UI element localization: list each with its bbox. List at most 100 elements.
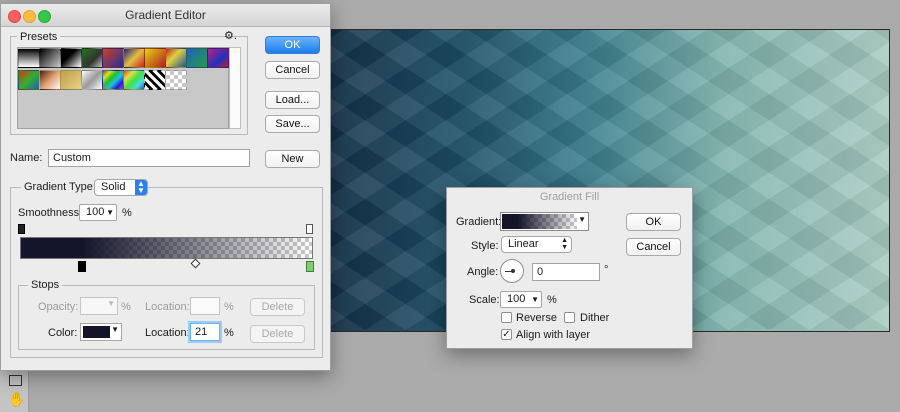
smoothness-label: Smoothness: bbox=[18, 207, 83, 219]
gradient-type-label: Gradient Type: bbox=[21, 180, 99, 194]
gradient-preview-fill bbox=[502, 214, 577, 229]
style-label: Style: bbox=[471, 240, 499, 252]
presets-settings-gear-icon[interactable]: ⚙. bbox=[224, 30, 237, 42]
popup-chevron-icon: ▲ ▼ bbox=[561, 237, 568, 251]
gradient-bar[interactable] bbox=[20, 237, 313, 259]
chevron-down-icon: ▼ bbox=[106, 208, 114, 217]
opacity-location-field bbox=[190, 297, 220, 315]
opacity-label: Opacity: bbox=[38, 301, 79, 313]
gradient-type-select[interactable]: Solid ▲ ▼ bbox=[94, 179, 148, 196]
gradient-bar-fill bbox=[21, 238, 312, 258]
opacity-location-label: Location: bbox=[145, 301, 190, 313]
color-location-percent: % bbox=[224, 327, 234, 339]
smoothness-percent: % bbox=[122, 207, 132, 219]
opacity-stop-right-icon[interactable] bbox=[306, 224, 313, 234]
gradient-label: Gradient: bbox=[456, 216, 502, 228]
angle-degree: ° bbox=[604, 264, 609, 276]
presets-row bbox=[18, 70, 228, 92]
chevron-down-icon: ▼ bbox=[107, 299, 115, 308]
preset-swatch[interactable] bbox=[39, 48, 61, 68]
align-with-layer-checkbox[interactable]: ✓ bbox=[501, 329, 512, 340]
cancel-button[interactable]: Cancel bbox=[265, 61, 320, 79]
name-label: Name: bbox=[10, 152, 43, 164]
rectangle-tool-icon[interactable] bbox=[9, 375, 22, 386]
gradient-type-value: Solid bbox=[101, 181, 126, 193]
tools-panel: ✋ bbox=[0, 370, 29, 412]
presets-scrollbar[interactable] bbox=[229, 47, 241, 129]
angle-field[interactable]: 0 bbox=[532, 263, 600, 281]
color-location-label: Location: bbox=[145, 327, 190, 339]
opacity-select: ▼ bbox=[80, 297, 118, 315]
scale-label: Scale: bbox=[469, 294, 500, 306]
reverse-label: Reverse bbox=[516, 312, 557, 324]
chevron-down-icon: ▼ bbox=[111, 325, 119, 334]
gradient-preview bbox=[502, 214, 577, 229]
preset-swatch[interactable] bbox=[165, 70, 187, 90]
preset-swatch[interactable] bbox=[123, 70, 145, 90]
color-swatch bbox=[83, 326, 110, 338]
new-button[interactable]: New bbox=[265, 150, 320, 168]
chevron-down-icon: ▼ bbox=[578, 215, 586, 224]
color-stop-left-icon[interactable] bbox=[78, 261, 86, 272]
cancel-button[interactable]: Cancel bbox=[626, 238, 681, 256]
smoothness-select[interactable]: 100 ▼ bbox=[79, 204, 117, 221]
preset-swatch[interactable] bbox=[18, 48, 40, 68]
preset-swatch[interactable] bbox=[144, 48, 166, 68]
smoothness-value: 100 bbox=[86, 206, 105, 218]
ok-button[interactable]: OK bbox=[626, 213, 681, 231]
opacity-location-percent: % bbox=[224, 301, 234, 313]
color-swatch-select[interactable]: ▼ bbox=[80, 323, 122, 341]
preset-swatch[interactable] bbox=[39, 70, 61, 90]
preset-swatch[interactable] bbox=[18, 70, 40, 90]
gradient-fill-title: Gradient Fill bbox=[539, 191, 600, 203]
gradient-editor-dialog: Gradient Editor Presets ⚙. OK Cancel Loa… bbox=[0, 3, 331, 371]
style-select[interactable]: Linear ▲ ▼ bbox=[501, 236, 572, 253]
preset-swatch[interactable] bbox=[207, 48, 229, 68]
presets-row bbox=[18, 48, 229, 70]
color-delete-button: Delete bbox=[250, 325, 305, 343]
hand-tool-icon[interactable]: ✋ bbox=[8, 392, 25, 406]
zoom-window-button[interactable] bbox=[38, 10, 51, 23]
scale-select[interactable]: 100 ▼ bbox=[500, 291, 542, 308]
preset-swatch[interactable] bbox=[102, 70, 124, 90]
preset-swatch[interactable] bbox=[123, 48, 145, 68]
dither-label: Dither bbox=[580, 312, 610, 324]
gradient-fill-dialog: Gradient Fill Gradient: ▼ Style: Linear … bbox=[446, 187, 693, 349]
save-button[interactable]: Save... bbox=[265, 115, 320, 133]
close-window-button[interactable] bbox=[8, 10, 21, 23]
gradient-editor-title: Gradient Editor bbox=[125, 8, 206, 22]
preset-swatch[interactable] bbox=[81, 48, 103, 68]
style-value: Linear bbox=[508, 238, 539, 250]
opacity-delete-button: Delete bbox=[250, 298, 305, 316]
opacity-percent: % bbox=[121, 301, 131, 313]
name-field[interactable]: Custom bbox=[48, 149, 250, 167]
preset-swatch[interactable] bbox=[165, 48, 187, 68]
ok-button[interactable]: OK bbox=[265, 36, 320, 54]
color-label: Color: bbox=[48, 327, 78, 339]
scale-value: 100 bbox=[507, 293, 526, 305]
color-stop-right-icon[interactable] bbox=[306, 261, 314, 272]
preset-swatch[interactable] bbox=[186, 48, 208, 68]
angle-dial[interactable] bbox=[500, 259, 524, 283]
opacity-stop-left-icon[interactable] bbox=[18, 224, 25, 234]
color-location-field[interactable]: 21 bbox=[190, 323, 220, 341]
preset-swatch[interactable] bbox=[81, 70, 103, 90]
gradient-picker[interactable]: ▼ bbox=[500, 212, 589, 231]
scale-percent: % bbox=[547, 294, 557, 306]
gradient-fill-titlebar[interactable]: Gradient Fill bbox=[447, 188, 692, 206]
chevron-down-icon: ▼ bbox=[531, 295, 539, 304]
presets-label: Presets bbox=[17, 30, 61, 44]
angle-dial-center bbox=[511, 269, 515, 273]
preset-swatch[interactable] bbox=[102, 48, 124, 68]
preset-swatch[interactable] bbox=[60, 70, 82, 90]
preset-swatch[interactable] bbox=[60, 48, 82, 68]
load-button[interactable]: Load... bbox=[265, 91, 320, 109]
minimize-window-button[interactable] bbox=[23, 10, 36, 23]
dither-checkbox[interactable] bbox=[564, 312, 575, 323]
reverse-checkbox[interactable] bbox=[501, 312, 512, 323]
align-with-layer-label: Align with layer bbox=[516, 329, 590, 341]
preset-swatch[interactable] bbox=[144, 70, 166, 90]
stops-label: Stops bbox=[28, 278, 63, 292]
popup-chevron-icon: ▲ ▼ bbox=[135, 180, 147, 195]
angle-label: Angle: bbox=[467, 266, 499, 278]
